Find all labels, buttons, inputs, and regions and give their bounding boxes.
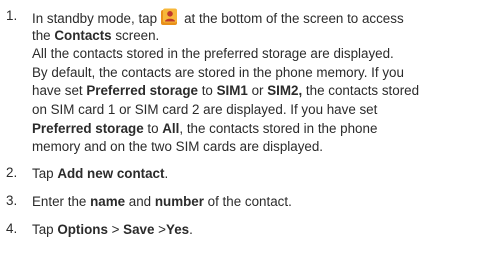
- preferred-storage-label: Preferred storage: [32, 120, 144, 136]
- step-line: In standby mode, tap at the bottom of th…: [32, 8, 489, 27]
- step-line: Tap Add new contact.: [32, 165, 489, 184]
- sim2-label: SIM2,: [267, 83, 303, 99]
- step-number: 2.: [6, 165, 18, 180]
- line-text: or: [247, 83, 268, 99]
- step-line: Enter the name and number of the contact…: [32, 193, 489, 212]
- line-text: of the contact.: [203, 194, 292, 209]
- sim1-label: SIM1: [216, 83, 248, 99]
- line-text: In standby mode, tap: [32, 11, 158, 26]
- line-text: to: [143, 120, 163, 136]
- instruction-document: 1. In standby mode, tap at the bottom of…: [0, 0, 495, 266]
- step-line: the Contacts screen.: [32, 27, 489, 46]
- line-text: Tap: [32, 222, 58, 237]
- line-text: to: [197, 83, 217, 99]
- step-line: on SIM card 1 or SIM card 2 are displaye…: [32, 101, 378, 117]
- step-line: have set Preferred storage to SIM1 or SI…: [32, 82, 489, 101]
- line-text: and: [125, 194, 155, 209]
- number-label: number: [154, 194, 204, 209]
- step-line: memory and on the two SIM cards are disp…: [32, 139, 324, 155]
- contacts-app-icon: [160, 8, 180, 26]
- line-text: the contacts stored: [302, 83, 420, 99]
- add-new-contact-label: Add new contact: [57, 166, 165, 181]
- step-text: Tap Add new contact.: [32, 165, 489, 184]
- all-label: All: [162, 120, 180, 136]
- line-text: Tap: [32, 166, 58, 181]
- line-text: at the bottom of the screen to access: [184, 11, 404, 26]
- step-text: In standby mode, tap at the bottom of th…: [32, 8, 489, 157]
- step-line: Preferred storage to All, the contacts s…: [32, 120, 489, 139]
- step-line: By default, the contacts are stored in t…: [32, 64, 404, 80]
- line-text: >: [107, 222, 124, 237]
- contacts-label: Contacts: [54, 27, 112, 43]
- line-text: >: [154, 222, 166, 237]
- step-line: All the contacts stored in the preferred…: [32, 46, 394, 62]
- step-number: 4.: [6, 221, 18, 236]
- line-text: Enter the: [32, 194, 91, 209]
- line-text: screen.: [111, 27, 160, 43]
- options-label: Options: [57, 222, 108, 237]
- name-label: name: [90, 194, 126, 209]
- yes-label: Yes: [166, 222, 190, 237]
- step-number: 1.: [6, 8, 18, 23]
- line-text: .: [189, 222, 193, 237]
- line-text: .: [164, 166, 169, 181]
- step-line: Tap Options > Save >Yes.: [32, 221, 489, 240]
- line-text: the: [32, 27, 55, 43]
- step-number: 3.: [6, 193, 18, 208]
- preferred-storage-label: Preferred storage: [86, 83, 198, 99]
- line-text: have set: [32, 83, 87, 99]
- line-text: , the contacts stored in the phone: [179, 120, 378, 136]
- step-text: Enter the name and number of the contact…: [32, 193, 489, 212]
- step-text: Tap Options > Save >Yes.: [32, 221, 489, 240]
- save-label: Save: [123, 222, 155, 237]
